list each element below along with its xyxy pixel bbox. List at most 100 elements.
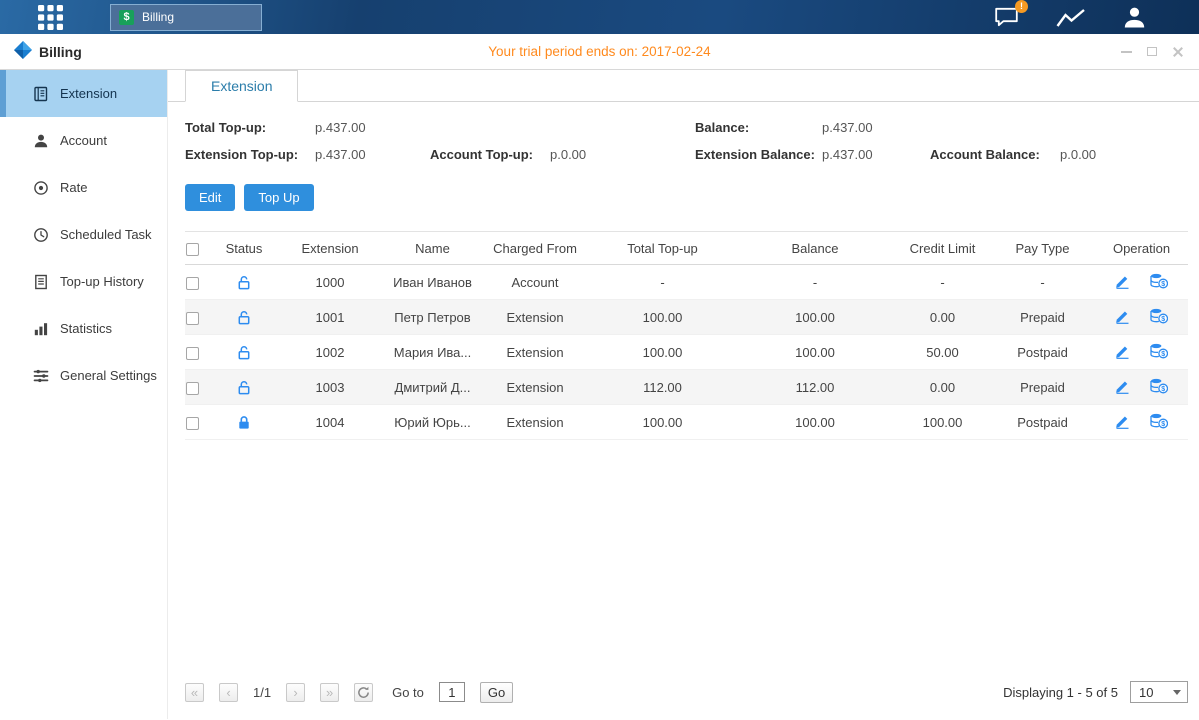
page-size-value: 10: [1131, 685, 1173, 700]
row-checkbox[interactable]: [186, 417, 199, 430]
edit-icon[interactable]: [1115, 344, 1130, 359]
go-button[interactable]: Go: [480, 682, 513, 703]
summary-extension-topup: Extension Top-up:p.437.00: [185, 147, 430, 162]
topbar-tab-billing[interactable]: $ Billing: [110, 4, 262, 31]
window-titlebar: Billing Your trial period ends on: 2017-…: [0, 34, 1199, 70]
extension-row[interactable]: 1002 Мария Ива... Extension 100.00 100.0…: [185, 335, 1188, 370]
page-indicator: 1/1: [253, 685, 271, 700]
cell-balance: 100.00: [735, 300, 895, 335]
summary-label: Account Top-up:: [430, 147, 550, 162]
line-chart-icon[interactable]: [1056, 7, 1086, 28]
cell-name: Юрий Юрь...: [385, 405, 480, 440]
row-checkbox[interactable]: [186, 382, 199, 395]
extension-row[interactable]: 1003 Дмитрий Д... Extension 112.00 112.0…: [185, 370, 1188, 405]
cell-charged-from: Extension: [480, 370, 590, 405]
page-size-select[interactable]: 10: [1130, 681, 1188, 703]
sidebar-item-label: Statistics: [60, 321, 112, 336]
settings-lines-icon: [33, 368, 49, 384]
goto-page-input[interactable]: [439, 682, 465, 702]
col-pay-type: Pay Type: [990, 232, 1095, 265]
cell-extension: 1001: [275, 300, 385, 335]
next-page-button[interactable]: ›: [286, 683, 305, 702]
receipt-icon: [33, 274, 49, 290]
row-checkbox[interactable]: [186, 347, 199, 360]
lock-open-icon: [237, 274, 251, 289]
top-up-icon[interactable]: $: [1150, 378, 1168, 394]
edit-icon[interactable]: [1115, 274, 1130, 289]
edit-icon[interactable]: [1115, 414, 1130, 429]
top-up-icon[interactable]: $: [1150, 413, 1168, 429]
summary-label: Extension Balance:: [695, 147, 822, 162]
sidebar-item-rate[interactable]: Rate: [0, 164, 167, 211]
tab-extension[interactable]: Extension: [185, 70, 298, 102]
cell-credit-limit: 0.00: [895, 370, 990, 405]
cell-extension: 1000: [275, 265, 385, 300]
sidebar-item-label: Top-up History: [60, 274, 144, 289]
first-page-button[interactable]: «: [185, 683, 204, 702]
svg-text:$: $: [1161, 386, 1165, 393]
cell-extension: 1003: [275, 370, 385, 405]
lock-open-icon: [237, 344, 251, 359]
ledger-icon: [33, 86, 49, 102]
cell-pay-type: -: [990, 265, 1095, 300]
prev-page-button[interactable]: ‹: [219, 683, 238, 702]
summary-label: Account Balance:: [930, 147, 1060, 162]
dollar-icon: $: [119, 10, 134, 25]
top-up-icon[interactable]: $: [1150, 273, 1168, 289]
svg-text:$: $: [1161, 316, 1165, 323]
sidebar-item-label: Extension: [60, 86, 117, 101]
extension-row[interactable]: 1000 Иван Иванов Account - - - - $: [185, 265, 1188, 300]
summary-value: p.0.00: [1060, 147, 1096, 162]
row-checkbox[interactable]: [186, 277, 199, 290]
summary-value: p.437.00: [315, 147, 366, 162]
extension-row[interactable]: 1004 Юрий Юрь... Extension 100.00 100.00…: [185, 405, 1188, 440]
top-up-button[interactable]: Top Up: [244, 184, 313, 211]
target-icon: [33, 180, 49, 196]
cell-credit-limit: 0.00: [895, 300, 990, 335]
cell-pay-type: Prepaid: [990, 300, 1095, 335]
svg-text:$: $: [1161, 421, 1165, 428]
top-navigation-bar: $ Billing !: [0, 0, 1199, 34]
maximize-icon[interactable]: [1143, 43, 1161, 61]
sidebar-item-scheduled-task[interactable]: Scheduled Task: [0, 211, 167, 258]
cell-name: Дмитрий Д...: [385, 370, 480, 405]
sidebar-item-extension[interactable]: Extension: [0, 70, 167, 117]
sidebar-item-account[interactable]: Account: [0, 117, 167, 164]
apps-grid-icon[interactable]: [36, 3, 64, 31]
cell-total-topup: -: [590, 265, 735, 300]
cell-extension: 1002: [275, 335, 385, 370]
close-icon[interactable]: [1169, 43, 1187, 61]
summary-label: Balance:: [695, 120, 822, 135]
summary-account-balance: Account Balance:p.0.00: [930, 147, 1188, 162]
cell-pay-type: Postpaid: [990, 335, 1095, 370]
cell-total-topup: 100.00: [590, 300, 735, 335]
summary-balance: Balance:p.437.00: [695, 120, 930, 135]
cell-credit-limit: -: [895, 265, 990, 300]
sidebar-item-general-settings[interactable]: General Settings: [0, 352, 167, 399]
select-all-checkbox[interactable]: [186, 243, 199, 256]
cell-extension: 1004: [275, 405, 385, 440]
person-icon: [33, 133, 49, 149]
cell-name: Мария Ива...: [385, 335, 480, 370]
svg-text:$: $: [1161, 351, 1165, 358]
messages-icon[interactable]: !: [994, 7, 1020, 28]
last-page-button[interactable]: »: [320, 683, 339, 702]
edit-button[interactable]: Edit: [185, 184, 235, 211]
sidebar-item-topup-history[interactable]: Top-up History: [0, 258, 167, 305]
row-checkbox[interactable]: [186, 312, 199, 325]
summary-label: Extension Top-up:: [185, 147, 315, 162]
extension-row[interactable]: 1001 Петр Петров Extension 100.00 100.00…: [185, 300, 1188, 335]
summary-extension-balance: Extension Balance:p.437.00: [695, 147, 930, 162]
edit-icon[interactable]: [1115, 379, 1130, 394]
cell-name: Петр Петров: [385, 300, 480, 335]
refresh-icon[interactable]: [354, 683, 373, 702]
sidebar-item-statistics[interactable]: Statistics: [0, 305, 167, 352]
user-icon[interactable]: [1122, 6, 1147, 28]
top-up-icon[interactable]: $: [1150, 308, 1168, 324]
minimize-icon[interactable]: [1117, 43, 1135, 61]
cell-total-topup: 100.00: [590, 335, 735, 370]
edit-icon[interactable]: [1115, 309, 1130, 324]
cell-charged-from: Extension: [480, 405, 590, 440]
summary-value: p.437.00: [822, 120, 873, 135]
top-up-icon[interactable]: $: [1150, 343, 1168, 359]
